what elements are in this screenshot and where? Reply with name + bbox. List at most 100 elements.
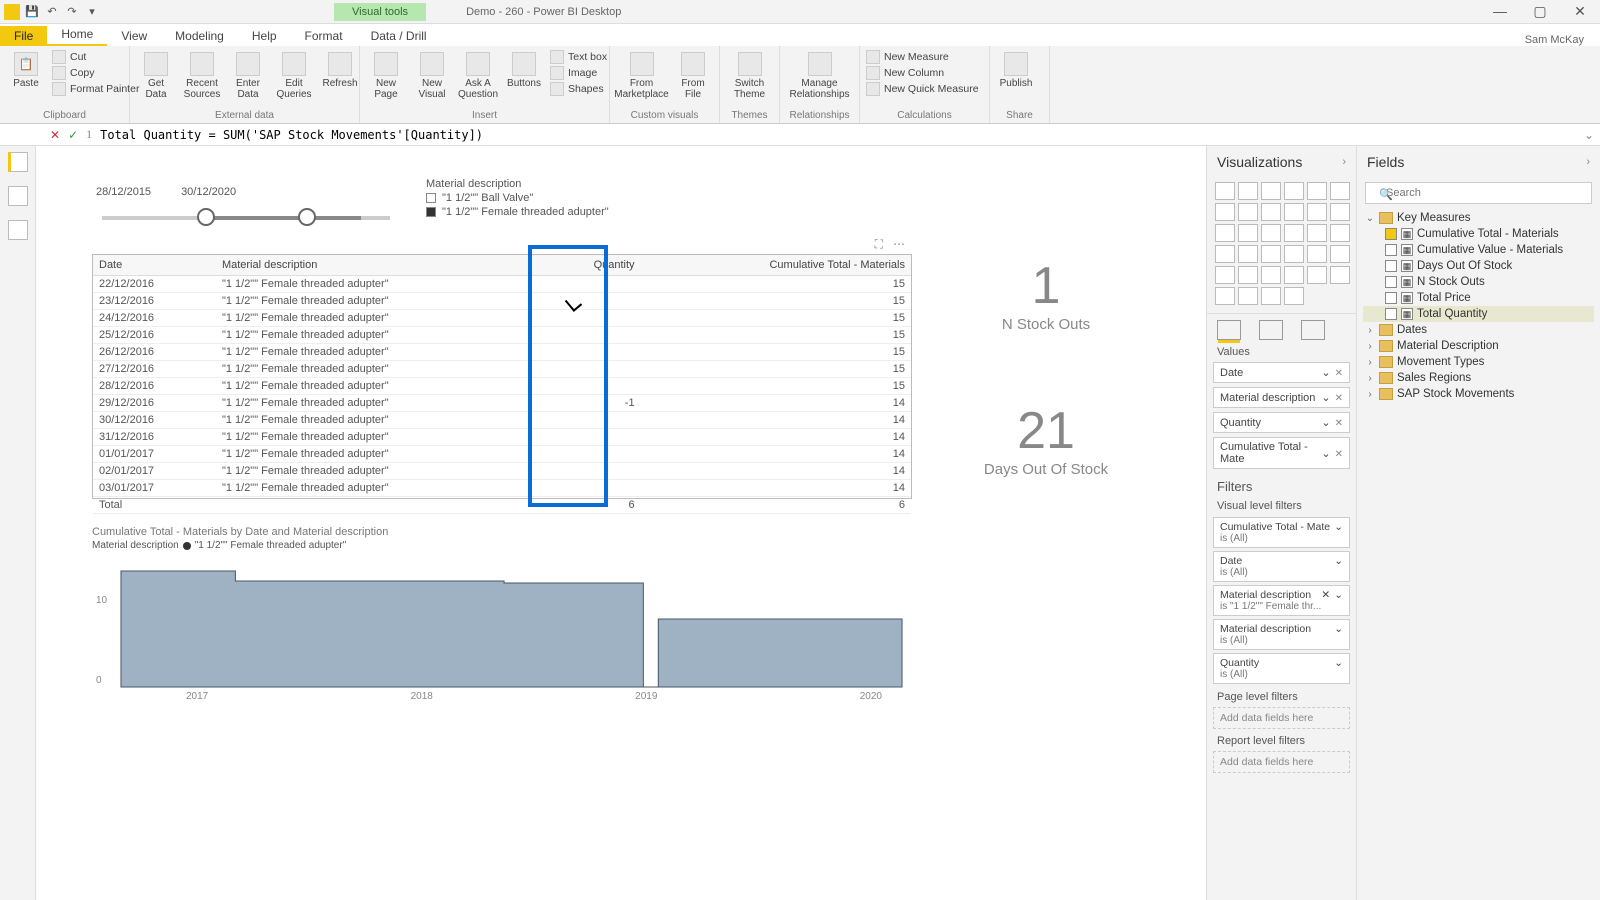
qat-dropdown-icon[interactable]: ▾ — [84, 4, 100, 20]
field-well-cumulative-total[interactable]: Cumulative Total - Mate⌄✕ — [1213, 437, 1350, 469]
viz-type-icon[interactable] — [1330, 245, 1350, 263]
image-button[interactable]: Image — [550, 66, 607, 80]
save-icon[interactable]: 💾 — [24, 4, 40, 20]
card-n-stock-outs[interactable]: 1 N Stock Outs — [966, 256, 1126, 333]
analytics-tab-icon[interactable] — [1301, 320, 1325, 340]
tab-home[interactable]: Home — [47, 24, 107, 46]
table-header[interactable]: ›Material Description — [1363, 338, 1594, 354]
search-input[interactable] — [1365, 182, 1592, 204]
field-item[interactable]: ▦Total Price — [1363, 290, 1594, 306]
filter-card[interactable]: Material description✕⌄is "1 1/2"" Female… — [1213, 585, 1350, 616]
table-row[interactable]: 31/12/2016"1 1/2"" Female threaded adupt… — [93, 429, 911, 446]
chevron-down-icon[interactable]: ⌄ — [1321, 392, 1330, 404]
tab-file[interactable]: File — [0, 26, 47, 46]
slicer-track[interactable] — [102, 216, 390, 220]
remove-filter-icon[interactable]: ✕ — [1321, 589, 1330, 601]
table-column-header[interactable]: Date — [93, 255, 216, 276]
viz-type-icon[interactable] — [1261, 203, 1281, 221]
chevron-down-icon[interactable]: ⌄ — [1321, 448, 1330, 460]
collapse-pane-icon[interactable]: › — [1586, 156, 1590, 168]
viz-type-icon[interactable] — [1215, 182, 1235, 200]
area-chart-visual[interactable]: Cumulative Total - Materials by Date and… — [92, 526, 912, 702]
table-header[interactable]: ›Sales Regions — [1363, 370, 1594, 386]
report-canvas[interactable]: 28/12/2015 30/12/2020 Material descripti… — [36, 146, 1206, 900]
field-item[interactable]: ▦N Stock Outs — [1363, 274, 1594, 290]
field-well-date[interactable]: Date⌄✕ — [1213, 362, 1350, 383]
minimize-button[interactable]: — — [1480, 3, 1520, 20]
viz-type-icon[interactable] — [1261, 182, 1281, 200]
viz-type-icon[interactable] — [1284, 245, 1304, 263]
publish-button[interactable]: Publish — [996, 50, 1036, 91]
field-item[interactable]: ▦Cumulative Value - Materials — [1363, 242, 1594, 258]
table-row[interactable]: 25/12/2016"1 1/2"" Female threaded adupt… — [93, 327, 911, 344]
table-row[interactable]: 30/12/2016"1 1/2"" Female threaded adupt… — [93, 412, 911, 429]
chevron-down-icon[interactable]: ⌄ — [1334, 521, 1343, 533]
table-visual[interactable]: ⛶ ⋯ DateMaterial descriptionQuantityCumu… — [92, 254, 912, 499]
signed-in-user[interactable]: Sam McKay — [1525, 34, 1600, 46]
format-painter-button[interactable]: Format Painter — [52, 82, 139, 96]
focus-mode-icon[interactable]: ⛶ — [875, 237, 883, 252]
enter-data-button[interactable]: Enter Data — [228, 50, 268, 102]
shapes-button[interactable]: Shapes — [550, 82, 607, 96]
add-report-filter-dropzone[interactable]: Add data fields here — [1213, 751, 1350, 773]
viz-type-icon[interactable] — [1284, 182, 1304, 200]
remove-field-icon[interactable]: ✕ — [1335, 368, 1343, 379]
slicer-handle-left[interactable] — [197, 208, 215, 226]
tab-help[interactable]: Help — [238, 26, 291, 46]
viz-type-icon[interactable] — [1284, 287, 1304, 305]
more-options-icon[interactable]: ⋯ — [893, 237, 905, 252]
viz-type-icon[interactable] — [1215, 224, 1235, 242]
viz-type-icon[interactable] — [1215, 245, 1235, 263]
copy-button[interactable]: Copy — [52, 66, 139, 80]
cut-button[interactable]: Cut — [52, 50, 139, 64]
viz-type-icon[interactable] — [1307, 182, 1327, 200]
table-header[interactable]: ›Dates — [1363, 322, 1594, 338]
field-item[interactable]: ▦Total Quantity — [1363, 306, 1594, 322]
viz-type-icon[interactable] — [1215, 287, 1235, 305]
field-checkbox[interactable] — [1385, 260, 1397, 272]
ask-question-button[interactable]: Ask A Question — [458, 50, 498, 102]
switch-theme-button[interactable]: Switch Theme — [726, 50, 773, 102]
new-column-button[interactable]: New Column — [866, 66, 979, 80]
field-checkbox[interactable] — [1385, 292, 1397, 304]
viz-type-icon[interactable] — [1307, 224, 1327, 242]
text-box-button[interactable]: Text box — [550, 50, 607, 64]
table-header[interactable]: ›Movement Types — [1363, 354, 1594, 370]
chevron-down-icon[interactable]: ⌄ — [1321, 417, 1330, 429]
edit-queries-button[interactable]: Edit Queries — [274, 50, 314, 102]
tab-view[interactable]: View — [107, 26, 161, 46]
format-tab-icon[interactable] — [1259, 320, 1283, 340]
viz-type-icon[interactable] — [1238, 224, 1258, 242]
viz-type-icon[interactable] — [1238, 245, 1258, 263]
table-row[interactable]: 02/01/2017"1 1/2"" Female threaded adupt… — [93, 463, 911, 480]
table-row[interactable]: 01/01/2017"1 1/2"" Female threaded adupt… — [93, 446, 911, 463]
field-checkbox[interactable] — [1385, 276, 1397, 288]
viz-type-icon[interactable] — [1238, 203, 1258, 221]
undo-icon[interactable]: ↶ — [44, 4, 60, 20]
field-checkbox[interactable] — [1385, 244, 1397, 256]
viz-type-icon[interactable] — [1307, 245, 1327, 263]
table-row[interactable]: 29/12/2016"1 1/2"" Female threaded adupt… — [93, 395, 911, 412]
collapse-pane-icon[interactable]: › — [1342, 156, 1346, 168]
close-button[interactable]: ✕ — [1560, 3, 1600, 20]
filter-card[interactable]: Cumulative Total - Mate⌄is (All) — [1213, 517, 1350, 548]
viz-type-icon[interactable] — [1330, 224, 1350, 242]
filter-card[interactable]: Date⌄is (All) — [1213, 551, 1350, 582]
viz-type-icon[interactable] — [1215, 266, 1235, 284]
paste-button[interactable]: 📋Paste — [6, 50, 46, 91]
viz-type-icon[interactable] — [1284, 266, 1304, 284]
field-well-material-description[interactable]: Material description⌄✕ — [1213, 387, 1350, 408]
new-measure-button[interactable]: New Measure — [866, 50, 979, 64]
fields-tab-icon[interactable] — [1217, 320, 1241, 340]
formula-expand-icon[interactable]: ⌄ — [1584, 128, 1594, 142]
table-row[interactable]: 28/12/2016"1 1/2"" Female threaded adupt… — [93, 378, 911, 395]
viz-type-icon[interactable] — [1307, 203, 1327, 221]
viz-type-icon[interactable] — [1284, 224, 1304, 242]
table-column-header[interactable]: Cumulative Total - Materials — [641, 255, 911, 276]
table-header[interactable]: ›SAP Stock Movements — [1363, 386, 1594, 402]
table-row[interactable]: 26/12/2016"1 1/2"" Female threaded adupt… — [93, 344, 911, 361]
table-header-key-measures[interactable]: ⌄Key Measures — [1363, 210, 1594, 226]
viz-type-icon[interactable] — [1261, 245, 1281, 263]
remove-field-icon[interactable]: ✕ — [1335, 418, 1343, 429]
new-visual-button[interactable]: New Visual — [412, 50, 452, 102]
